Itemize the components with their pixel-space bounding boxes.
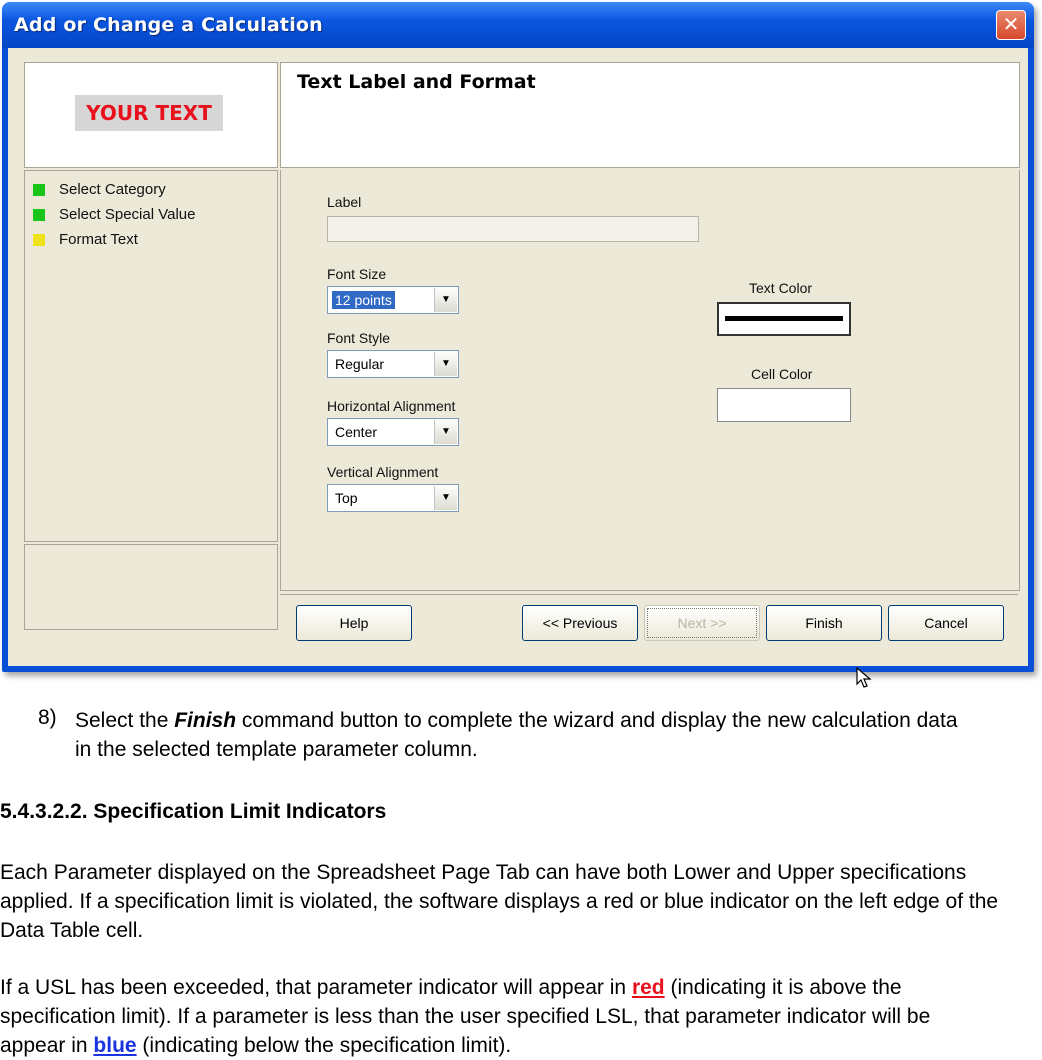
wizard-button-row: Help << Previous Next >> Finish Cancel xyxy=(280,594,1018,688)
wizard-step-label: Format Text xyxy=(59,231,138,248)
wizard-step-label: Select Category xyxy=(59,181,166,198)
font-style-select[interactable]: Regular ▼ xyxy=(327,350,459,378)
status-square-icon xyxy=(33,184,45,196)
format-form: Label Font Size 12 points ▼ Font Style R… xyxy=(280,170,1020,591)
close-button[interactable]: ✕ xyxy=(996,10,1026,40)
font-size-select[interactable]: 12 points ▼ xyxy=(327,286,459,314)
horizontal-alignment-caption: Horizontal Alignment xyxy=(327,398,456,414)
preview-text: YOUR TEXT xyxy=(75,95,223,131)
step-number: 8) xyxy=(38,706,57,729)
paragraph-usl-lsl: If a USL has been exceeded, that paramet… xyxy=(0,973,1000,1060)
wizard-steps-panel: Select Category Select Special Value For… xyxy=(24,170,278,542)
vertical-alignment-caption: Vertical Alignment xyxy=(327,464,439,480)
dialog-window: Add or Change a Calculation ✕ YOUR TEXT … xyxy=(2,2,1034,688)
para2-text-a: If a USL has been exceeded, that paramet… xyxy=(0,976,632,999)
horizontal-alignment-select[interactable]: Center ▼ xyxy=(327,418,459,446)
title-bar[interactable]: Add or Change a Calculation ✕ xyxy=(2,2,1034,48)
font-size-caption: Font Size xyxy=(327,266,387,282)
blue-keyword: blue xyxy=(93,1034,137,1057)
text-color-caption: Text Color xyxy=(749,280,813,296)
vertical-alignment-value: Top xyxy=(335,490,358,506)
paragraph-indicators: Each Parameter displayed on the Spreadsh… xyxy=(0,861,999,942)
chevron-down-icon[interactable]: ▼ xyxy=(434,352,457,376)
status-square-icon xyxy=(33,234,45,246)
chevron-down-icon[interactable]: ▼ xyxy=(434,486,457,510)
label-input[interactable] xyxy=(327,216,699,242)
vertical-alignment-select[interactable]: Top ▼ xyxy=(327,484,459,512)
section-heading: 5.4.3.2.2. Specification Limit Indicator… xyxy=(0,800,387,823)
left-footer-panel xyxy=(24,544,278,630)
label-caption: Label xyxy=(327,194,362,210)
mouse-pointer-icon xyxy=(856,667,872,688)
text-color-swatch xyxy=(725,316,843,321)
red-keyword: red xyxy=(631,976,665,999)
close-icon: ✕ xyxy=(1002,12,1020,36)
cancel-button[interactable]: Cancel xyxy=(888,605,1004,641)
step-instruction: Select the Finish command button to comp… xyxy=(75,706,975,764)
status-square-icon xyxy=(33,209,45,221)
finish-button[interactable]: Finish xyxy=(766,605,882,641)
text-preview-panel: YOUR TEXT xyxy=(24,62,278,168)
finish-emphasis: Finish xyxy=(174,709,237,732)
font-size-value: 12 points xyxy=(332,291,395,309)
step-header-panel: Text Label and Format xyxy=(280,62,1020,168)
font-style-value: Regular xyxy=(335,356,385,372)
dialog-title: Add or Change a Calculation xyxy=(14,14,323,36)
wizard-step-label: Select Special Value xyxy=(59,206,196,223)
chevron-down-icon[interactable]: ▼ xyxy=(434,420,457,444)
cell-color-caption: Cell Color xyxy=(751,366,813,382)
help-button[interactable]: Help xyxy=(296,605,412,641)
text-color-picker[interactable] xyxy=(717,302,851,336)
chevron-down-icon[interactable]: ▼ xyxy=(434,288,457,312)
previous-button[interactable]: << Previous xyxy=(522,605,638,641)
horizontal-alignment-value: Center xyxy=(335,424,378,440)
next-button[interactable]: Next >> xyxy=(644,605,760,641)
para2-text-c: (indicating below the specification limi… xyxy=(136,1034,512,1057)
dialog-client: YOUR TEXT Select Category Select Special… xyxy=(8,48,1028,688)
step-title: Text Label and Format xyxy=(297,71,536,93)
cell-color-picker[interactable] xyxy=(717,388,851,422)
font-style-caption: Font Style xyxy=(327,330,391,346)
step-text-pre: Select the xyxy=(75,709,175,732)
